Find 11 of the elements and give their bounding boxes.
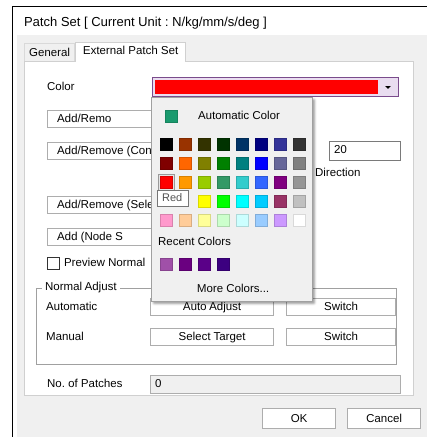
row-label: Automatic xyxy=(46,301,98,313)
group-title: Normal Adjust xyxy=(42,281,120,293)
window-title: Patch Set [ Current Unit : N/kg/mm/s/deg ] xyxy=(24,14,267,28)
checkbox-label: Preview Normal xyxy=(64,257,146,269)
field-label: Color xyxy=(47,81,76,93)
tooltip: Red xyxy=(157,190,189,207)
field-label: No. of Patches xyxy=(47,378,124,390)
section-title: Recent Colors xyxy=(158,236,232,250)
row-label: Manual xyxy=(46,331,85,343)
read-only-field: 0 xyxy=(150,374,401,394)
direction-label: Direction xyxy=(315,167,360,179)
